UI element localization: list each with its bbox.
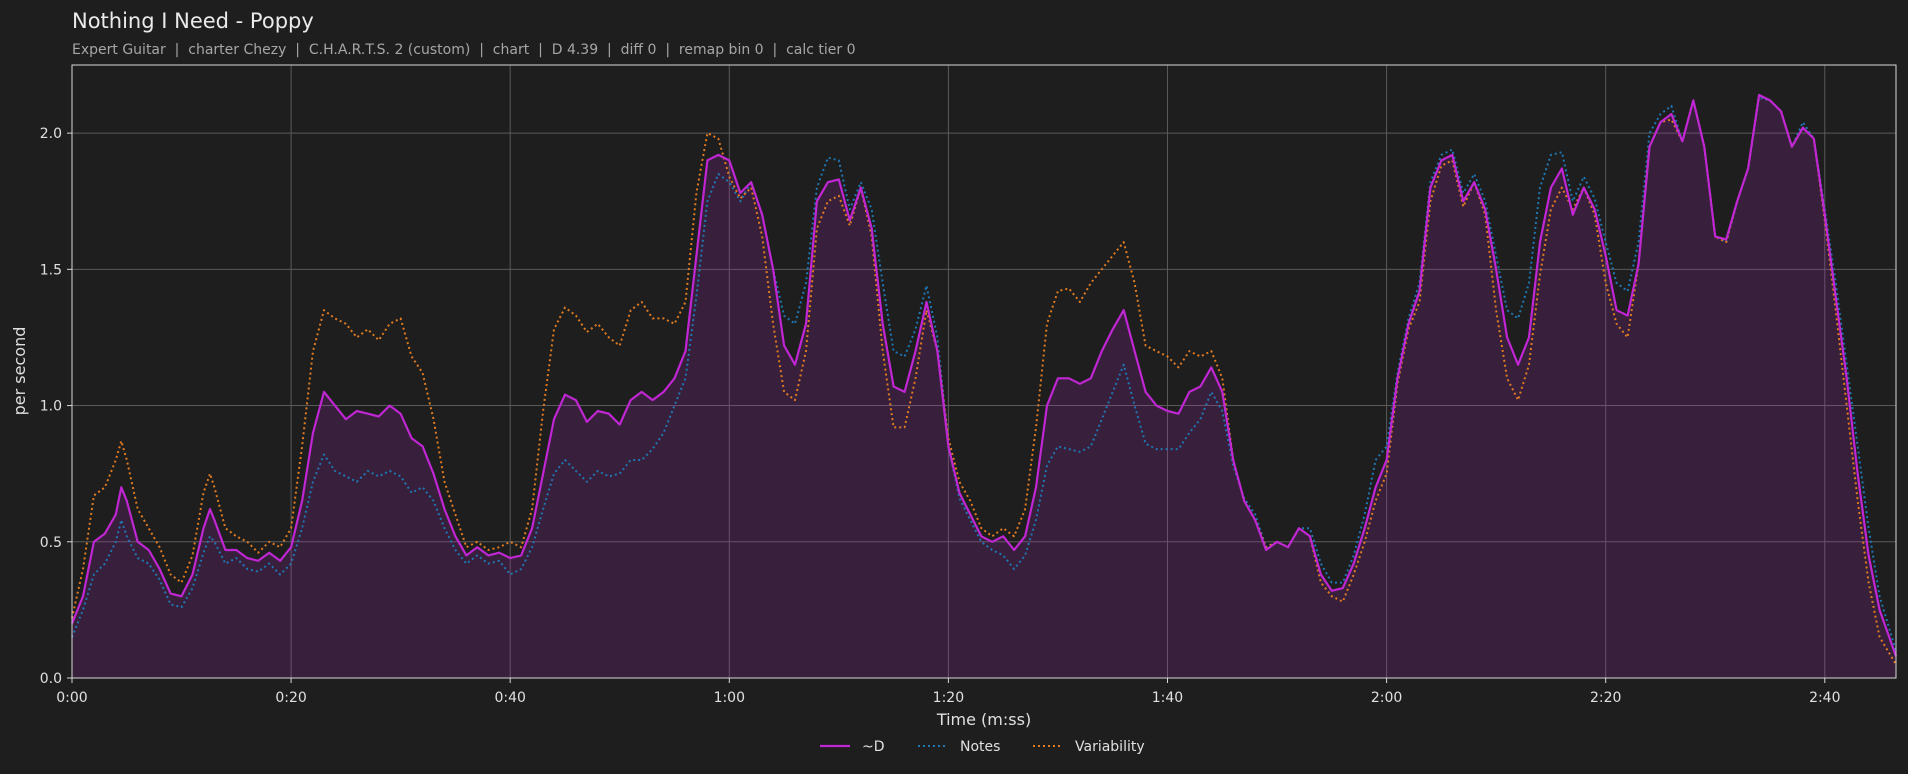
y-axis-ticks: 0.0 0.5 1.0 1.5 2.0 bbox=[40, 126, 72, 687]
x-tick-label: 2:20 bbox=[1590, 690, 1621, 706]
x-tick-label: 1:00 bbox=[714, 690, 745, 706]
chart-subtitle: Expert Guitar | charter Chezy | C.H.A.R.… bbox=[72, 42, 856, 58]
x-axis-label: Time (m:ss) bbox=[936, 710, 1031, 729]
x-tick-label: 2:00 bbox=[1371, 690, 1402, 706]
y-tick-label: 1.5 bbox=[40, 262, 62, 278]
y-tick-label: 2.0 bbox=[40, 126, 62, 142]
x-tick-label: 0:20 bbox=[275, 690, 306, 706]
y-axis-label: per second bbox=[10, 327, 29, 416]
x-tick-label: 0:00 bbox=[56, 690, 87, 706]
x-axis-ticks: 0:00 0:20 0:40 1:00 1:20 1:40 2:00 2:20 2:40 bbox=[56, 678, 1841, 706]
legend-label-d: ~D bbox=[862, 739, 885, 755]
x-tick-label: 1:40 bbox=[1152, 690, 1183, 706]
series-fill bbox=[72, 95, 1896, 678]
legend-label-variability: Variability bbox=[1075, 739, 1145, 755]
series-area-d bbox=[72, 95, 1896, 678]
chart: Nothing I Need - Poppy Expert Guitar | c… bbox=[10, 9, 1898, 755]
y-tick-label: 0.0 bbox=[40, 671, 62, 687]
legend: ~D Notes Variability bbox=[820, 739, 1145, 755]
chart-title: Nothing I Need - Poppy bbox=[72, 9, 314, 33]
x-tick-label: 0:40 bbox=[494, 690, 525, 706]
y-tick-label: 0.5 bbox=[40, 535, 62, 551]
y-tick-label: 1.0 bbox=[40, 399, 62, 415]
x-tick-label: 2:40 bbox=[1809, 690, 1840, 706]
x-tick-label: 1:20 bbox=[933, 690, 964, 706]
legend-label-notes: Notes bbox=[960, 739, 1000, 755]
